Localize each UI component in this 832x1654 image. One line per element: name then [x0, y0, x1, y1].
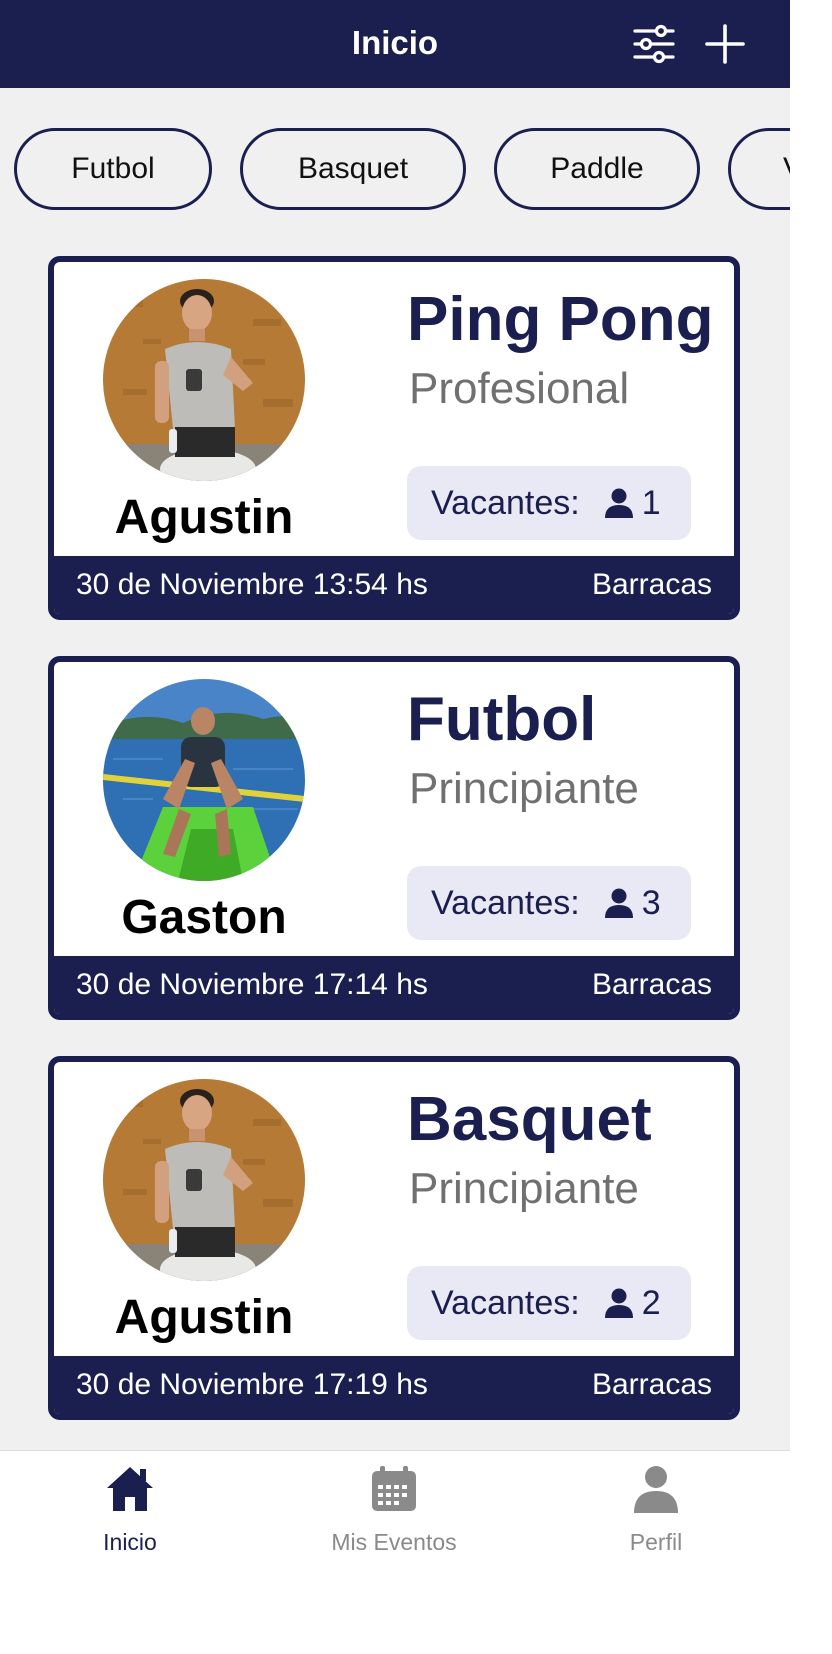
- avatar: [103, 1079, 305, 1281]
- plus-icon: [705, 24, 745, 64]
- card-footer: 30 de Noviembre 17:14 hs Barracas: [54, 956, 734, 1014]
- filter-chip-futbol[interactable]: Futbol: [14, 128, 212, 210]
- nav-label: Mis Eventos: [331, 1529, 457, 1555]
- skill-level: Profesional: [409, 364, 630, 413]
- avatar: [103, 279, 305, 481]
- event-datetime: 30 de Noviembre 17:19 hs: [76, 1368, 428, 1401]
- event-card[interactable]: Gaston Futbol Principiante Vacantes: 3 3…: [48, 656, 740, 1020]
- event-location: Barracas: [591, 568, 712, 601]
- skill-level: Principiante: [409, 1164, 639, 1213]
- vacancies-badge: Vacantes: 2: [407, 1266, 691, 1340]
- top-bar: Inicio: [0, 0, 790, 88]
- vacancies-label: Vacantes:: [431, 883, 580, 922]
- host-photo: [103, 679, 305, 881]
- filter-chip-basquet[interactable]: Basquet: [240, 128, 466, 210]
- host-photo: [103, 1079, 305, 1281]
- skill-level: Principiante: [409, 764, 639, 813]
- person-icon: [604, 488, 633, 518]
- host-photo: [103, 279, 305, 481]
- home-icon: [107, 1467, 153, 1511]
- sport-filter-bar: Futbol Basquet Paddle V: [0, 128, 790, 210]
- sport-title: Basquet: [407, 1085, 652, 1154]
- nav-item-inicio[interactable]: Inicio: [30, 1463, 230, 1556]
- add-event-button[interactable]: [703, 22, 747, 66]
- screen-edge: [790, 0, 832, 1654]
- event-location: Barracas: [591, 968, 712, 1001]
- sliders-icon: [633, 24, 675, 64]
- event-datetime: 30 de Noviembre 17:14 hs: [76, 968, 428, 1001]
- vacancies-count: 3: [641, 883, 661, 922]
- vacancies-count: 1: [641, 483, 661, 522]
- bottom-nav: Inicio Mis Eventos Perfil: [0, 1450, 790, 1654]
- calendar-icon: [372, 1466, 416, 1511]
- sport-title: Futbol: [407, 685, 597, 754]
- filter-button[interactable]: [632, 22, 676, 66]
- vacancies-count: 2: [641, 1283, 661, 1322]
- vacancies-label: Vacantes:: [431, 1283, 580, 1322]
- filter-chip-partial[interactable]: V: [728, 128, 790, 210]
- event-location: Barracas: [591, 1368, 712, 1401]
- card-footer: 30 de Noviembre 17:19 hs Barracas: [54, 1356, 734, 1414]
- app-screen: Inicio Futbol Basquet Paddle Agustin Pin…: [0, 0, 790, 1654]
- nav-item-mis-eventos[interactable]: Mis Eventos: [294, 1463, 494, 1556]
- vacancies-badge: Vacantes: 1: [407, 466, 691, 540]
- host-name: Agustin: [114, 491, 294, 544]
- host-name: Agustin: [114, 1291, 294, 1344]
- event-card[interactable]: Agustin Basquet Principiante Vacantes: 2…: [48, 1056, 740, 1420]
- nav-label: Perfil: [629, 1529, 683, 1555]
- card-footer: 30 de Noviembre 13:54 hs Barracas: [54, 556, 734, 614]
- vacancies-badge: Vacantes: 3: [407, 866, 691, 940]
- person-icon: [604, 1288, 633, 1318]
- avatar: [103, 679, 305, 881]
- nav-item-perfil[interactable]: Perfil: [556, 1463, 756, 1556]
- event-card[interactable]: Agustin Ping Pong Profesional Vacantes: …: [48, 256, 740, 620]
- host-name: Gaston: [121, 891, 287, 944]
- filter-chip-paddle[interactable]: Paddle: [494, 128, 700, 210]
- sport-title: Ping Pong: [407, 285, 714, 354]
- vacancies-label: Vacantes:: [431, 483, 580, 522]
- nav-label: Inicio: [103, 1529, 157, 1555]
- event-datetime: 30 de Noviembre 13:54 hs: [76, 568, 428, 601]
- user-icon: [634, 1466, 678, 1513]
- person-icon: [604, 888, 633, 918]
